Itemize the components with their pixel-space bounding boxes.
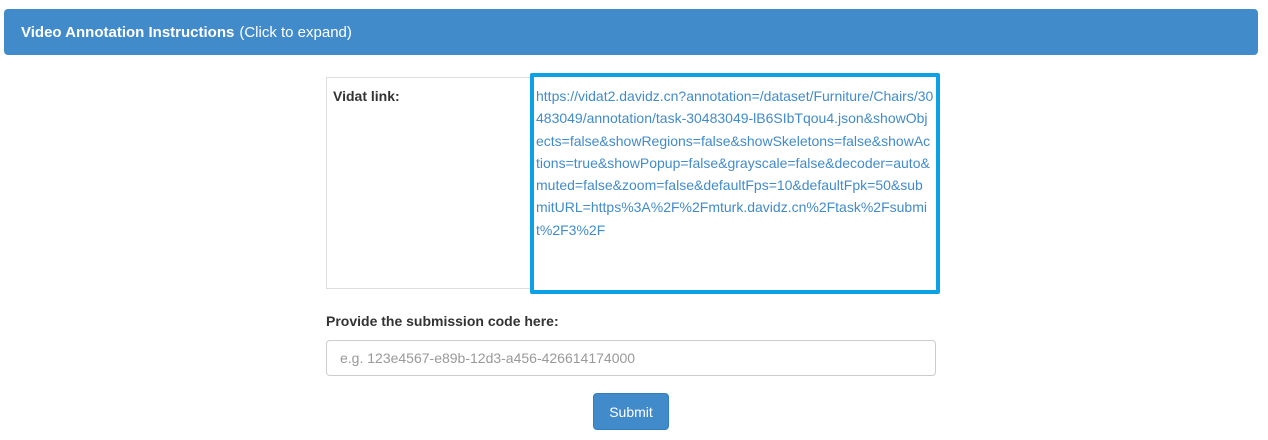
vidat-link-label: Vidat link: bbox=[333, 88, 400, 104]
instructions-header[interactable]: Video Annotation Instructions (Click to … bbox=[4, 9, 1258, 55]
vidat-link[interactable]: https://vidat2.davidz.cn?annotation=/dat… bbox=[536, 85, 934, 241]
vidat-link-highlight: https://vidat2.davidz.cn?annotation=/dat… bbox=[530, 73, 940, 294]
instructions-title: Video Annotation Instructions bbox=[21, 23, 235, 41]
expand-hint: (Click to expand) bbox=[239, 23, 352, 41]
submission-code-label: Provide the submission code here: bbox=[326, 313, 559, 329]
submit-button[interactable]: Submit bbox=[593, 393, 669, 430]
submission-code-input[interactable] bbox=[326, 340, 936, 376]
